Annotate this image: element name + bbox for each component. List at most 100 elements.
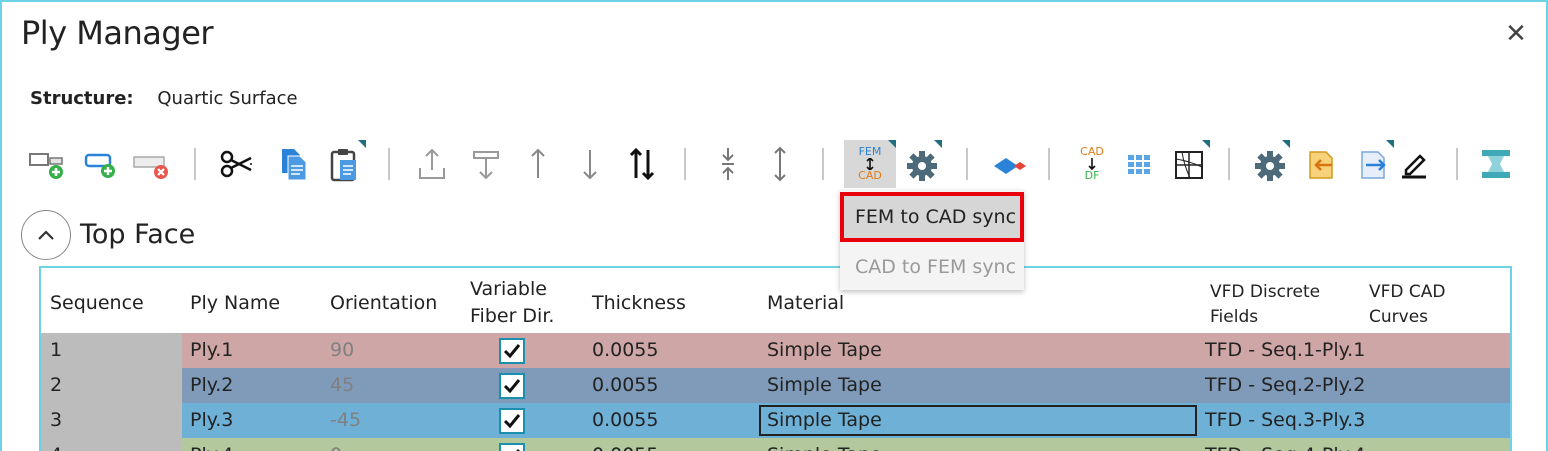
material-cell-focus-border[interactable] bbox=[759, 405, 1197, 436]
table-row[interactable]: 2 Ply.2 45 0.0055 Simple Tape TFD - Seq.2-Ply… bbox=[41, 368, 1510, 403]
table-row[interactable]: 4 Ply.4 0 0.0055 Simple Tape TFD - Seq.4-Ply.… bbox=[41, 438, 1510, 451]
fem-label: FEM bbox=[858, 145, 882, 158]
toolbar-separator bbox=[1456, 148, 1458, 180]
vfd-discrete-cell[interactable]: TFD - Seq.2-Ply.2 bbox=[1205, 368, 1365, 403]
material-cell[interactable]: Simple Tape bbox=[767, 368, 882, 403]
sequence-cell[interactable]: 3 bbox=[50, 403, 62, 438]
header-vfd-cad-line1[interactable]: VFD CAD bbox=[1369, 280, 1446, 305]
toolbar-separator bbox=[822, 148, 824, 180]
sequence-cell-bg bbox=[41, 403, 182, 438]
structure-row: Structure: Quartic Surface bbox=[30, 88, 298, 109]
sequence-cell[interactable]: 2 bbox=[50, 368, 62, 403]
thickness-cell[interactable]: 0.0055 bbox=[592, 368, 658, 403]
header-vfd-cad-line2[interactable]: Curves bbox=[1369, 305, 1428, 330]
checkmark-icon bbox=[503, 344, 521, 359]
settings-gear-icon[interactable] bbox=[1250, 140, 1290, 188]
delete-ply-icon[interactable] bbox=[130, 140, 170, 188]
thickness-cell[interactable]: 0.0055 bbox=[592, 438, 658, 451]
variable-fiber-checkbox[interactable] bbox=[499, 338, 525, 364]
vfd-discrete-cell[interactable]: TFD - Seq.3-Ply.3 bbox=[1205, 403, 1365, 438]
checkmark-icon bbox=[503, 414, 521, 429]
import-icon[interactable] bbox=[1302, 140, 1342, 188]
diamond-icon[interactable] bbox=[990, 140, 1030, 188]
vfd-discrete-cell[interactable]: TFD - Seq.4-Ply.4 bbox=[1205, 438, 1365, 451]
toolbar-separator bbox=[1048, 148, 1050, 180]
cut-icon[interactable] bbox=[218, 140, 258, 188]
variable-fiber-checkbox[interactable] bbox=[499, 443, 525, 451]
dropdown-indicator bbox=[358, 140, 366, 148]
section-title: Top Face bbox=[80, 219, 196, 250]
table-row[interactable]: 1 Ply.1 90 0.0055 Simple Tape TFD - Seq.1-Ply… bbox=[41, 333, 1510, 368]
orientation-cell[interactable]: 90 bbox=[330, 333, 354, 368]
edit-pen-icon[interactable] bbox=[1394, 140, 1434, 188]
dropdown-indicator bbox=[1282, 140, 1290, 148]
window-title: Ply Manager bbox=[21, 14, 214, 52]
move-to-bottom-icon[interactable] bbox=[466, 140, 506, 188]
copy-icon[interactable] bbox=[272, 140, 312, 188]
toolbar-separator bbox=[966, 148, 968, 180]
grid-dots-icon[interactable] bbox=[1120, 140, 1160, 188]
ply-name-cell[interactable]: Ply.1 bbox=[190, 333, 233, 368]
orientation-cell[interactable]: 0 bbox=[330, 438, 342, 451]
add-ply-icon[interactable] bbox=[26, 140, 66, 188]
sequence-cell-bg bbox=[41, 333, 182, 368]
header-variable-fiber-line1[interactable]: Variable bbox=[470, 277, 547, 302]
move-to-top-icon[interactable] bbox=[412, 140, 452, 188]
header-sequence[interactable]: Sequence bbox=[50, 291, 144, 316]
table-row[interactable]: 3 Ply.3 -45 0.0055 Simple Tape TFD - Seq.3-Pl… bbox=[41, 403, 1510, 438]
add-sequence-icon[interactable] bbox=[80, 140, 120, 188]
ply-table: Sequence Ply Name Orientation Variable F… bbox=[39, 266, 1512, 451]
sync-dropdown-menu: FEM to CAD sync CAD to FEM sync bbox=[840, 190, 1024, 290]
material-cell[interactable]: Simple Tape bbox=[767, 438, 882, 451]
ply-name-cell[interactable]: Ply.3 bbox=[190, 403, 233, 438]
header-variable-fiber-line2[interactable]: Fiber Dir. bbox=[470, 304, 554, 329]
dropdown-indicator bbox=[888, 140, 896, 148]
structure-value: Quartic Surface bbox=[157, 88, 298, 109]
menu-item-cad-to-fem-sync: CAD to FEM sync bbox=[855, 256, 1017, 278]
header-vfd-discrete-line1[interactable]: VFD Discrete bbox=[1210, 280, 1320, 305]
header-thickness[interactable]: Thickness bbox=[592, 291, 686, 316]
sort-icon[interactable] bbox=[622, 140, 662, 188]
export-icon[interactable] bbox=[1354, 140, 1394, 188]
ply-name-cell[interactable]: Ply.2 bbox=[190, 368, 233, 403]
move-down-icon[interactable] bbox=[570, 140, 610, 188]
thickness-cell[interactable]: 0.0055 bbox=[592, 403, 658, 438]
mesh-grid-icon[interactable] bbox=[1170, 140, 1210, 188]
ply-manager-window: Ply Manager ✕ Structure: Quartic Surface bbox=[0, 0, 1548, 451]
collapse-rows-icon[interactable] bbox=[708, 140, 748, 188]
checkmark-icon bbox=[516, 449, 521, 451]
menu-item-fem-to-cad-sync[interactable]: FEM to CAD sync bbox=[840, 192, 1024, 242]
collapse-section-button[interactable] bbox=[21, 210, 71, 260]
header-material[interactable]: Material bbox=[767, 291, 844, 316]
close-icon[interactable]: ✕ bbox=[1504, 21, 1528, 47]
dropdown-indicator bbox=[1202, 140, 1210, 148]
sequence-cell[interactable]: 1 bbox=[50, 333, 62, 368]
expand-rows-icon[interactable] bbox=[760, 140, 800, 188]
header-vfd-discrete-line2[interactable]: Fields bbox=[1210, 305, 1258, 330]
ply-name-cell[interactable]: Ply.4 bbox=[190, 438, 233, 451]
sequence-cell[interactable]: 4 bbox=[50, 438, 62, 451]
cad-df-button[interactable]: CAD DF bbox=[1072, 140, 1112, 188]
chevron-up-icon bbox=[38, 230, 54, 240]
material-cell[interactable]: Simple Tape bbox=[767, 333, 882, 368]
toolbar-separator bbox=[1228, 148, 1230, 180]
header-ply-name[interactable]: Ply Name bbox=[190, 291, 280, 316]
move-up-icon[interactable] bbox=[518, 140, 558, 188]
sequence-cell-bg bbox=[41, 438, 182, 451]
thickness-cell[interactable]: 0.0055 bbox=[592, 333, 658, 368]
cad-label: CAD bbox=[858, 169, 882, 182]
gear-icon[interactable] bbox=[902, 140, 942, 188]
layup-stack-icon[interactable] bbox=[1476, 140, 1516, 188]
vfd-discrete-cell[interactable]: TFD - Seq.1-Ply.1 bbox=[1205, 333, 1365, 368]
checkmark-icon bbox=[503, 379, 521, 394]
variable-fiber-checkbox[interactable] bbox=[499, 408, 525, 434]
paste-icon[interactable] bbox=[326, 140, 366, 188]
fem-cad-sync-button[interactable]: FEM CAD bbox=[844, 140, 896, 188]
variable-fiber-checkbox[interactable] bbox=[499, 373, 525, 399]
orientation-cell[interactable]: -45 bbox=[330, 403, 361, 438]
cad-df-bottom-label: DF bbox=[1084, 169, 1100, 182]
orientation-cell[interactable]: 45 bbox=[330, 368, 354, 403]
toolbar-separator bbox=[194, 148, 196, 180]
toolbar: FEM CAD CAD DF bbox=[26, 140, 1526, 188]
header-orientation[interactable]: Orientation bbox=[330, 291, 437, 316]
